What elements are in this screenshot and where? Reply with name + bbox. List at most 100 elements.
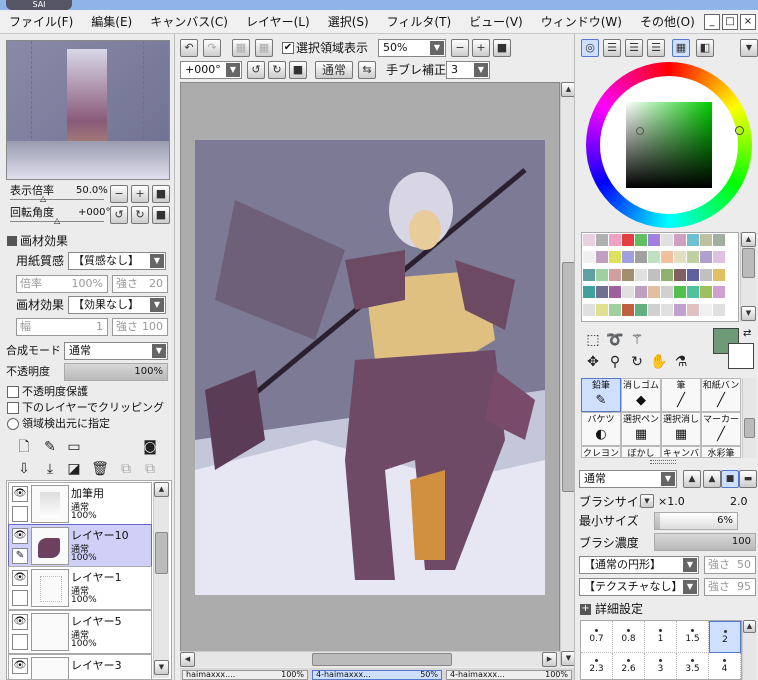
brush-size-preset[interactable]: 3.5 — [677, 653, 709, 679]
color-swatch[interactable] — [713, 303, 725, 316]
color-swatch[interactable] — [674, 234, 686, 246]
brush-scroll-thumb[interactable] — [744, 418, 755, 438]
canvas-scrollbar-horizontal[interactable]: ◀ ▶ — [180, 651, 560, 667]
paper-texture-select[interactable]: 【質感なし】 ▼ — [68, 252, 166, 270]
pen-icon[interactable]: ✎ — [12, 548, 28, 564]
merge-down-icon[interactable]: ⤓ — [40, 459, 60, 479]
brush-size-preset[interactable]: 1 — [645, 621, 677, 653]
color-mixer-tab-icon[interactable]: ☰ — [647, 39, 665, 57]
brush-select-pen[interactable]: 選択ペン ▦ — [621, 412, 661, 446]
show-selection-checkbox[interactable]: ✔ — [282, 42, 294, 54]
scroll-down-icon[interactable]: ▼ — [154, 660, 169, 675]
color-swatch[interactable] — [622, 234, 634, 246]
menu-canvas[interactable]: キャンバス(C) — [141, 10, 237, 34]
layer-scrollbar[interactable]: ▲ ▼ — [153, 482, 169, 678]
layer-select-checkbox[interactable] — [12, 506, 28, 522]
rotation-select[interactable]: +000° ▼ — [180, 61, 242, 79]
swatches-tab-icon[interactable]: ▦ — [672, 39, 690, 57]
menu-select[interactable]: 選択(S) — [319, 10, 378, 34]
paper-scale-field[interactable]: 倍率 100% — [16, 275, 108, 293]
texture-strength-field[interactable]: 強さ 95 — [704, 578, 756, 596]
merge-icon[interactable]: ⧉ — [116, 459, 136, 479]
magic-wand-icon[interactable]: ⚚ — [627, 330, 647, 350]
menu-filter[interactable]: フィルタ(T) — [378, 10, 460, 34]
swatch-scrollbar[interactable]: ▲ ▼ — [740, 232, 756, 322]
color-swatch[interactable] — [648, 268, 660, 281]
restore-button[interactable]: □ — [722, 14, 738, 30]
rotate-reset-button[interactable]: ■ — [152, 206, 170, 224]
expand-icon[interactable]: + — [580, 604, 591, 615]
layer-select-checkbox[interactable] — [12, 634, 28, 650]
color-swatch[interactable] — [596, 268, 608, 281]
redo-button[interactable]: ↷ — [203, 39, 221, 57]
layer-item[interactable]: 👁 レイヤー5 通常 100% — [8, 610, 152, 654]
color-swatch[interactable] — [687, 234, 699, 246]
color-swatch[interactable] — [713, 268, 725, 281]
color-swatch[interactable] — [687, 286, 699, 299]
color-swatch[interactable] — [609, 286, 621, 299]
eye-icon[interactable]: 👁 — [12, 570, 28, 586]
brush-density-slider[interactable]: 100 — [654, 533, 756, 551]
scratchpad-tab-icon[interactable]: ◧ — [696, 39, 714, 57]
layer-item[interactable]: 👁 レイヤー1 通常 100% — [8, 566, 152, 610]
color-swatch[interactable] — [700, 234, 712, 246]
color-swatch[interactable] — [635, 303, 647, 316]
color-swatch[interactable] — [687, 303, 699, 316]
color-swatch[interactable] — [661, 268, 673, 281]
color-swatch[interactable] — [583, 286, 595, 299]
rotate-right-button[interactable]: ↻ — [131, 206, 149, 224]
hsv-slider-tab-icon[interactable]: ☰ — [625, 39, 643, 57]
hand-icon[interactable]: ✋ — [649, 352, 669, 372]
shape-strength-field[interactable]: 強さ 50 — [704, 556, 756, 574]
color-swatch[interactable] — [674, 268, 686, 281]
min-size-slider[interactable]: 6% — [654, 512, 738, 530]
color-wheel-tab-icon[interactable]: ◎ — [581, 39, 599, 57]
zoom-slider[interactable] — [10, 199, 104, 200]
zoom-reset-button[interactable]: ■ — [152, 185, 170, 203]
color-swatch[interactable] — [583, 234, 595, 246]
canvas-tab-2-active[interactable]: 4-haimaxxx... 50% — [312, 670, 442, 680]
color-swatch[interactable] — [609, 234, 621, 246]
artwork-canvas[interactable] — [195, 140, 545, 595]
layer-item[interactable]: 👁 レイヤー3 — [8, 654, 152, 680]
undo-button[interactable]: ↶ — [180, 39, 198, 57]
brush-shape-select[interactable]: 【通常の円形】 ▼ — [579, 556, 699, 574]
zoom-out-button[interactable]: − — [110, 185, 128, 203]
layer-item-selected[interactable]: 👁 ✎ レイヤー10 通常 100% — [8, 524, 152, 568]
scroll-up-icon[interactable]: ▲ — [741, 232, 756, 247]
brush-watercolor[interactable]: 水彩筆 — [701, 446, 741, 458]
color-swatch[interactable] — [583, 303, 595, 316]
color-swatch[interactable] — [687, 251, 699, 264]
color-swatch[interactable] — [622, 251, 634, 264]
effect-width-field[interactable]: 幅1 — [16, 318, 108, 336]
paper-strength-field[interactable]: 強さ 20 — [112, 275, 168, 293]
brush-crayon[interactable]: クレヨン — [581, 446, 621, 458]
toolbar-rotate-reset-button[interactable]: ■ — [289, 61, 307, 79]
toolbar-rotate-left-button[interactable]: ↺ — [247, 61, 265, 79]
color-swatch[interactable] — [635, 251, 647, 264]
brush-brush[interactable]: 筆 ╱ — [661, 378, 701, 412]
color-swatch[interactable] — [661, 286, 673, 299]
brush-canvas[interactable]: キャンバス — [661, 446, 701, 458]
color-swatch[interactable] — [700, 251, 712, 264]
deselect-button[interactable]: ▦ — [232, 39, 250, 57]
brush-size-value[interactable]: 2.0 — [730, 495, 748, 509]
brush-texture-select[interactable]: 【テクスチャなし】 ▼ — [579, 578, 699, 596]
opacity-slider[interactable]: 100% — [64, 363, 168, 381]
toolbar-zoom-reset-button[interactable]: ■ — [493, 39, 511, 57]
canvas-tab-3[interactable]: 4-haimaxxx... 100% — [446, 670, 572, 680]
brush-washi[interactable]: 和紙バン ╱ — [701, 378, 741, 412]
layer-mask-icon[interactable]: ◙ — [140, 437, 160, 457]
color-swatch[interactable] — [713, 234, 725, 246]
color-swatch[interactable] — [596, 303, 608, 316]
color-swatch[interactable] — [583, 268, 595, 281]
menu-layer[interactable]: レイヤー(L) — [237, 10, 319, 34]
brush-size-preset[interactable]: 2.3 — [581, 653, 613, 679]
zoom-in-button[interactable]: + — [131, 185, 149, 203]
color-swatch[interactable] — [674, 286, 686, 299]
clipping-checkbox[interactable] — [7, 402, 19, 414]
brush-eraser[interactable]: 消しゴム ◆ — [621, 378, 661, 412]
toolbar-rotate-right-button[interactable]: ↻ — [268, 61, 286, 79]
new-layer-icon[interactable]: 🗋 — [14, 437, 34, 457]
rotation-slider-thumb[interactable]: △ — [54, 217, 60, 225]
